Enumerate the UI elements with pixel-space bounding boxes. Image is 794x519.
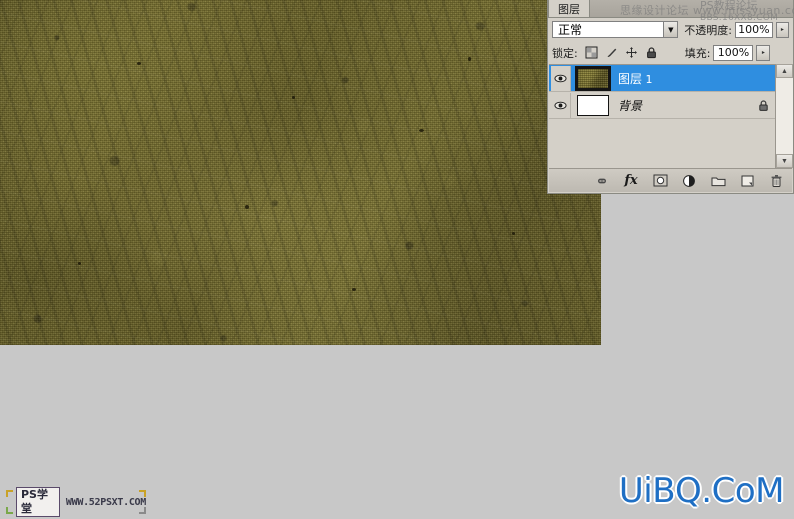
texture-spot <box>78 262 81 265</box>
chevron-down-icon[interactable]: ▼ <box>663 21 679 38</box>
layer-name[interactable]: 图层 1 <box>618 70 653 87</box>
layers-panel: 图层 正常 ▼ 不透明度: 100% ▸ 锁定: 填充: 100% ▸ 图层 1… <box>547 0 794 194</box>
blend-opacity-row: 正常 ▼ 不透明度: 100% ▸ <box>548 18 793 41</box>
layer-visibility-toggle[interactable] <box>551 92 571 118</box>
blend-mode-select[interactable]: 正常 ▼ <box>552 21 679 38</box>
lock-all-icon <box>759 99 768 111</box>
corner-bracket-icon <box>139 507 146 514</box>
texture-spot <box>245 205 249 209</box>
corner-bracket-icon <box>6 490 13 497</box>
texture-spot <box>512 232 515 235</box>
blend-mode-value: 正常 <box>558 23 583 37</box>
tab-layers[interactable]: 图层 <box>548 0 590 17</box>
new-layer-icon[interactable] <box>739 173 755 189</box>
lock-icon-group <box>585 46 658 59</box>
texture-spot <box>137 62 141 65</box>
lock-image-icon[interactable] <box>605 46 618 59</box>
link-layers-icon[interactable] <box>594 173 610 189</box>
layer-visibility-toggle[interactable] <box>551 65 571 91</box>
layers-panel-footer: fx <box>549 168 792 192</box>
new-group-icon[interactable] <box>710 173 726 189</box>
eye-icon <box>554 101 567 109</box>
layer-name-text: 图层 <box>618 71 643 86</box>
layer-list-scrollbar[interactable]: ▲ ▼ <box>775 64 793 168</box>
layer-locked-indicator <box>757 99 770 112</box>
delete-layer-icon[interactable] <box>768 173 784 189</box>
watermark-psxt-url: WWW.52PSXT.COM <box>65 496 146 508</box>
layer-name[interactable]: 背景 <box>618 97 642 114</box>
layer-name-text: 背景 <box>618 98 643 113</box>
eye-icon <box>554 74 567 82</box>
opacity-stepper[interactable]: ▸ <box>775 21 789 38</box>
white-thumbnail <box>578 95 608 115</box>
layer-mask-icon[interactable] <box>652 173 668 189</box>
layer-style-fx-icon[interactable]: fx <box>623 173 639 189</box>
watermark-uibq: UiBQ.CoM <box>618 471 785 511</box>
corner-bracket-icon <box>139 490 146 497</box>
fill-input[interactable]: 100% <box>713 44 754 61</box>
lock-transparency-icon[interactable] <box>585 46 598 59</box>
panel-tab-strip: 图层 <box>548 0 793 18</box>
fill-label: 填充: <box>684 46 711 60</box>
lock-fill-row: 锁定: 填充: 100% ▸ <box>548 41 793 64</box>
scroll-down-button[interactable]: ▼ <box>776 154 793 168</box>
opacity-label: 不透明度: <box>684 23 732 37</box>
texture-thumbnail <box>578 68 608 88</box>
texture-spot <box>352 288 356 291</box>
layer-row[interactable]: 图层 1 <box>549 65 777 92</box>
watermark-psxt-badge: PS学堂 <box>16 487 60 517</box>
lock-position-icon[interactable] <box>625 46 638 59</box>
opacity-input[interactable]: 100% <box>735 21 773 38</box>
lock-label: 锁定: <box>552 46 578 60</box>
corner-bracket-icon <box>6 507 13 514</box>
lock-all-icon[interactable] <box>645 46 658 59</box>
layer-thumbnail[interactable] <box>577 94 609 116</box>
layer-row[interactable]: 背景 <box>549 92 777 119</box>
texture-spot <box>468 57 471 61</box>
layer-name-suffix: 1 <box>642 72 653 86</box>
layer-list: 图层 1 背景 <box>549 64 777 168</box>
texture-spot <box>419 129 424 132</box>
texture-canvas[interactable] <box>0 0 601 345</box>
photoshop-workspace: 图层 正常 ▼ 不透明度: 100% ▸ 锁定: 填充: 100% ▸ 图层 1… <box>0 0 794 519</box>
scrollbar-track[interactable] <box>776 78 793 154</box>
layer-thumbnail[interactable] <box>575 65 611 91</box>
texture-vignette <box>0 0 601 345</box>
scroll-up-button[interactable]: ▲ <box>776 64 793 78</box>
texture-spot <box>292 96 295 99</box>
adjustment-layer-icon[interactable] <box>681 173 697 189</box>
watermark-psxt: PS学堂 WWW.52PSXT.COM <box>6 487 146 517</box>
fill-stepper[interactable]: ▸ <box>756 44 771 61</box>
